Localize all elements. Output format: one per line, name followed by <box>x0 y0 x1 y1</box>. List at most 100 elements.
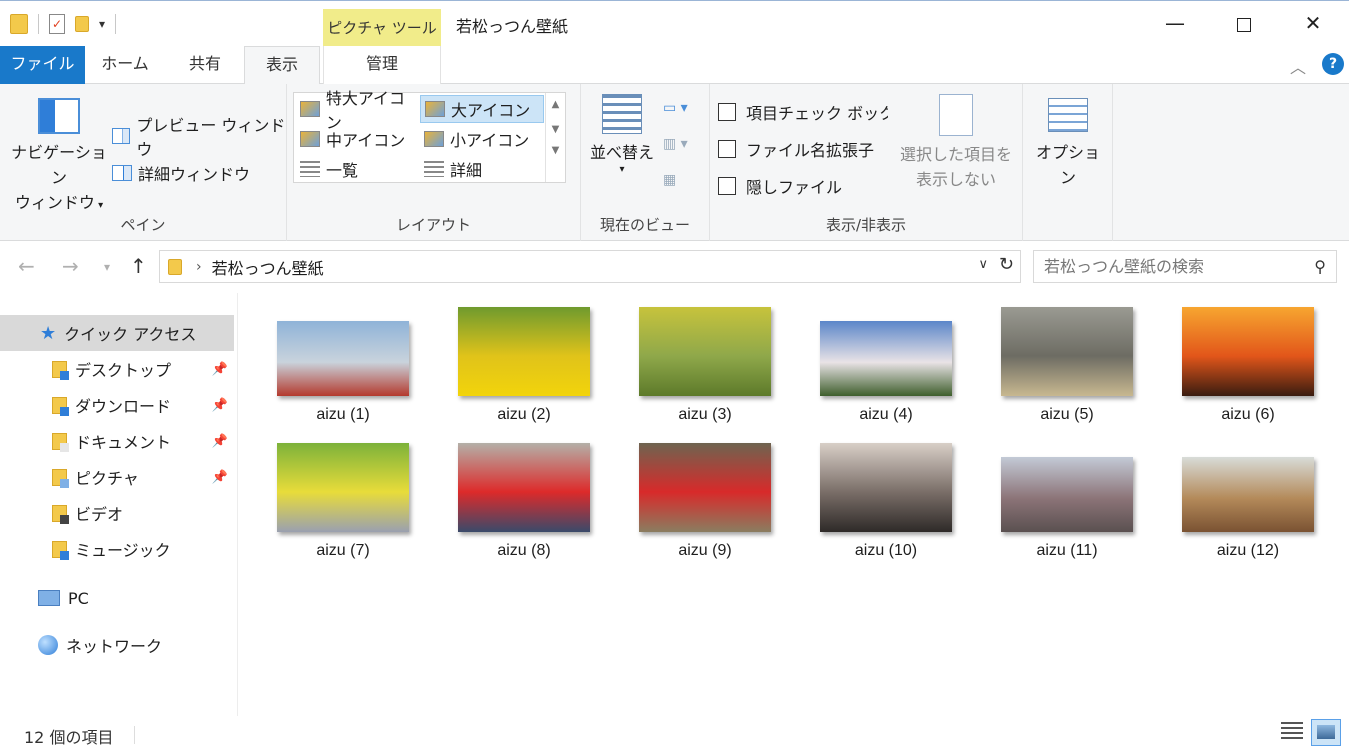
navigation-pane-label-2: ウィンドウ <box>14 193 95 212</box>
pin-icon[interactable]: 📌 <box>212 362 228 377</box>
image-thumbnail[interactable] <box>458 443 590 532</box>
collapse-ribbon-chevron-icon[interactable]: ︿ <box>1290 54 1306 78</box>
layout-small-icons[interactable]: 小アイコン <box>420 125 544 153</box>
file-name: aizu (8) <box>497 542 551 559</box>
scroll-down-icon[interactable]: ▼ <box>546 124 565 135</box>
music-folder-icon <box>52 540 69 560</box>
image-thumbnail[interactable] <box>639 443 771 532</box>
navigation-pane-button[interactable]: ナビゲーション ウィンドウ ▾ <box>8 98 110 218</box>
maximize-button[interactable] <box>1221 1 1267 46</box>
image-thumbnail[interactable] <box>1182 307 1314 396</box>
file-item[interactable]: aizu (12) <box>1169 443 1327 560</box>
refresh-icon[interactable]: ↻ <box>999 254 1014 275</box>
help-icon[interactable]: ? <box>1322 53 1344 75</box>
hidden-items-checkbox[interactable] <box>718 177 736 195</box>
layout-gallery: 特大アイコン 大アイコン 中アイコン 小アイコン 一覧 詳細 ▲ ▼ ▼ <box>293 89 566 183</box>
minimize-button[interactable]: — <box>1152 1 1198 46</box>
pin-icon[interactable]: 📌 <box>212 434 228 449</box>
layout-medium-icons[interactable]: 中アイコン <box>296 125 420 153</box>
item-checkboxes-checkbox[interactable] <box>718 103 736 121</box>
nav-desktop[interactable]: デスクトップ 📌 <box>0 351 234 387</box>
details-pane-icon <box>112 165 132 181</box>
item-checkboxes-option[interactable]: 項目チェック ボックス <box>718 100 888 124</box>
size-columns-button[interactable]: ▦ <box>663 172 699 194</box>
file-item[interactable]: aizu (11) <box>988 443 1146 560</box>
properties-icon[interactable]: ✓ <box>49 14 65 34</box>
videos-folder-icon <box>52 504 69 524</box>
image-thumbnail[interactable] <box>639 307 771 396</box>
nav-downloads[interactable]: ダウンロード 📌 <box>0 387 234 423</box>
layout-list[interactable]: 一覧 <box>296 155 420 183</box>
file-item[interactable]: aizu (8) <box>445 443 603 560</box>
gallery-more-icon[interactable]: ▼ <box>546 145 565 156</box>
image-thumbnail[interactable] <box>1001 457 1133 532</box>
close-button[interactable]: ✕ <box>1290 1 1336 46</box>
file-item[interactable]: aizu (6) <box>1169 307 1327 424</box>
pane-group-label: ペイン <box>120 216 166 234</box>
sort-by-button[interactable]: 並べ替え ▾ <box>587 94 657 175</box>
file-item[interactable]: aizu (1) <box>264 307 422 424</box>
pin-icon[interactable]: 📌 <box>212 398 228 413</box>
search-icon[interactable]: ⚲ <box>1314 257 1326 276</box>
hide-selected-items-button[interactable]: 選択した項目を 表示しない <box>896 94 1016 192</box>
file-extensions-option[interactable]: ファイル名拡張子 <box>718 137 874 161</box>
file-item[interactable]: aizu (9) <box>626 443 784 560</box>
nav-pictures[interactable]: ピクチャ 📌 <box>0 459 234 495</box>
image-thumbnail[interactable] <box>820 443 952 532</box>
add-columns-button[interactable]: ▥ ▾ <box>663 136 699 158</box>
nav-item-label: デスクトップ <box>75 361 172 380</box>
image-thumbnail[interactable] <box>277 443 409 532</box>
options-button[interactable]: オプション <box>1029 98 1107 190</box>
hidden-items-option[interactable]: 隠しファイル <box>718 174 842 198</box>
window-title: 若松っつん壁紙 <box>456 17 569 36</box>
tab-share[interactable]: 共有 <box>170 46 240 84</box>
layout-large-icons[interactable]: 大アイコン <box>420 95 544 123</box>
file-item[interactable]: aizu (7) <box>264 443 422 560</box>
nav-videos[interactable]: ビデオ <box>0 495 234 531</box>
back-button[interactable]: ← <box>18 254 35 278</box>
tab-view[interactable]: 表示 <box>244 46 320 85</box>
file-item[interactable]: aizu (3) <box>626 307 784 424</box>
search-input[interactable] <box>1034 251 1294 282</box>
current-view-group-label: 現在のビュー <box>599 216 690 234</box>
image-thumbnail[interactable] <box>458 307 590 396</box>
details-pane-button[interactable]: 詳細ウィンドウ <box>112 161 250 185</box>
file-item[interactable]: aizu (4) <box>807 307 965 424</box>
navigation-pane: ★ クイック アクセス デスクトップ 📌 ダウンロード 📌 ドキュメント 📌 ピ… <box>0 293 238 716</box>
tab-manage[interactable]: 管理 <box>323 46 441 84</box>
layout-details[interactable]: 詳細 <box>420 155 544 183</box>
tab-file[interactable]: ファイル <box>0 46 85 84</box>
up-button[interactable]: ↑ <box>130 254 147 278</box>
nav-pc[interactable]: PC <box>0 580 234 616</box>
preview-pane-button[interactable]: プレビュー ウィンドウ <box>112 112 286 160</box>
recent-locations-chevron-icon[interactable]: ▾ <box>104 260 110 274</box>
nav-quick-access[interactable]: ★ クイック アクセス <box>0 315 234 351</box>
breadcrumb[interactable]: 若松っつん壁紙 <box>212 255 324 279</box>
group-by-button[interactable]: ▭ ▾ <box>663 100 699 122</box>
file-item[interactable]: aizu (2) <box>445 307 603 424</box>
nav-documents[interactable]: ドキュメント 📌 <box>0 423 234 459</box>
address-bar[interactable]: › 若松っつん壁紙 ∨ ↻ <box>159 250 1021 283</box>
image-thumbnail[interactable] <box>277 321 409 396</box>
large-icons-view-icon[interactable] <box>1311 719 1341 746</box>
image-thumbnail[interactable] <box>820 321 952 396</box>
new-folder-icon[interactable] <box>75 16 89 32</box>
layout-gallery-scroll[interactable]: ▲ ▼ ▼ <box>545 93 565 182</box>
customize-qat-chevron-icon[interactable]: ▾ <box>99 17 105 31</box>
breadcrumb-chevron-icon[interactable]: › <box>196 259 202 275</box>
image-thumbnail[interactable] <box>1182 457 1314 532</box>
nav-network[interactable]: ネットワーク <box>0 627 234 663</box>
image-thumbnail[interactable] <box>1001 307 1133 396</box>
details-view-icon[interactable] <box>1281 722 1303 742</box>
forward-button[interactable]: → <box>62 254 79 278</box>
layout-extra-large-icons[interactable]: 特大アイコン <box>296 89 420 132</box>
scroll-up-icon[interactable]: ▲ <box>546 99 565 110</box>
file-item[interactable]: aizu (10) <box>807 443 965 560</box>
file-extensions-checkbox[interactable] <box>718 140 736 158</box>
address-dropdown-chevron-icon[interactable]: ∨ <box>978 257 988 272</box>
file-item[interactable]: aizu (5) <box>988 307 1146 424</box>
tab-home[interactable]: ホーム <box>90 46 160 84</box>
search-box[interactable]: ⚲ <box>1033 250 1337 283</box>
pin-icon[interactable]: 📌 <box>212 470 228 485</box>
nav-music[interactable]: ミュージック <box>0 531 234 567</box>
